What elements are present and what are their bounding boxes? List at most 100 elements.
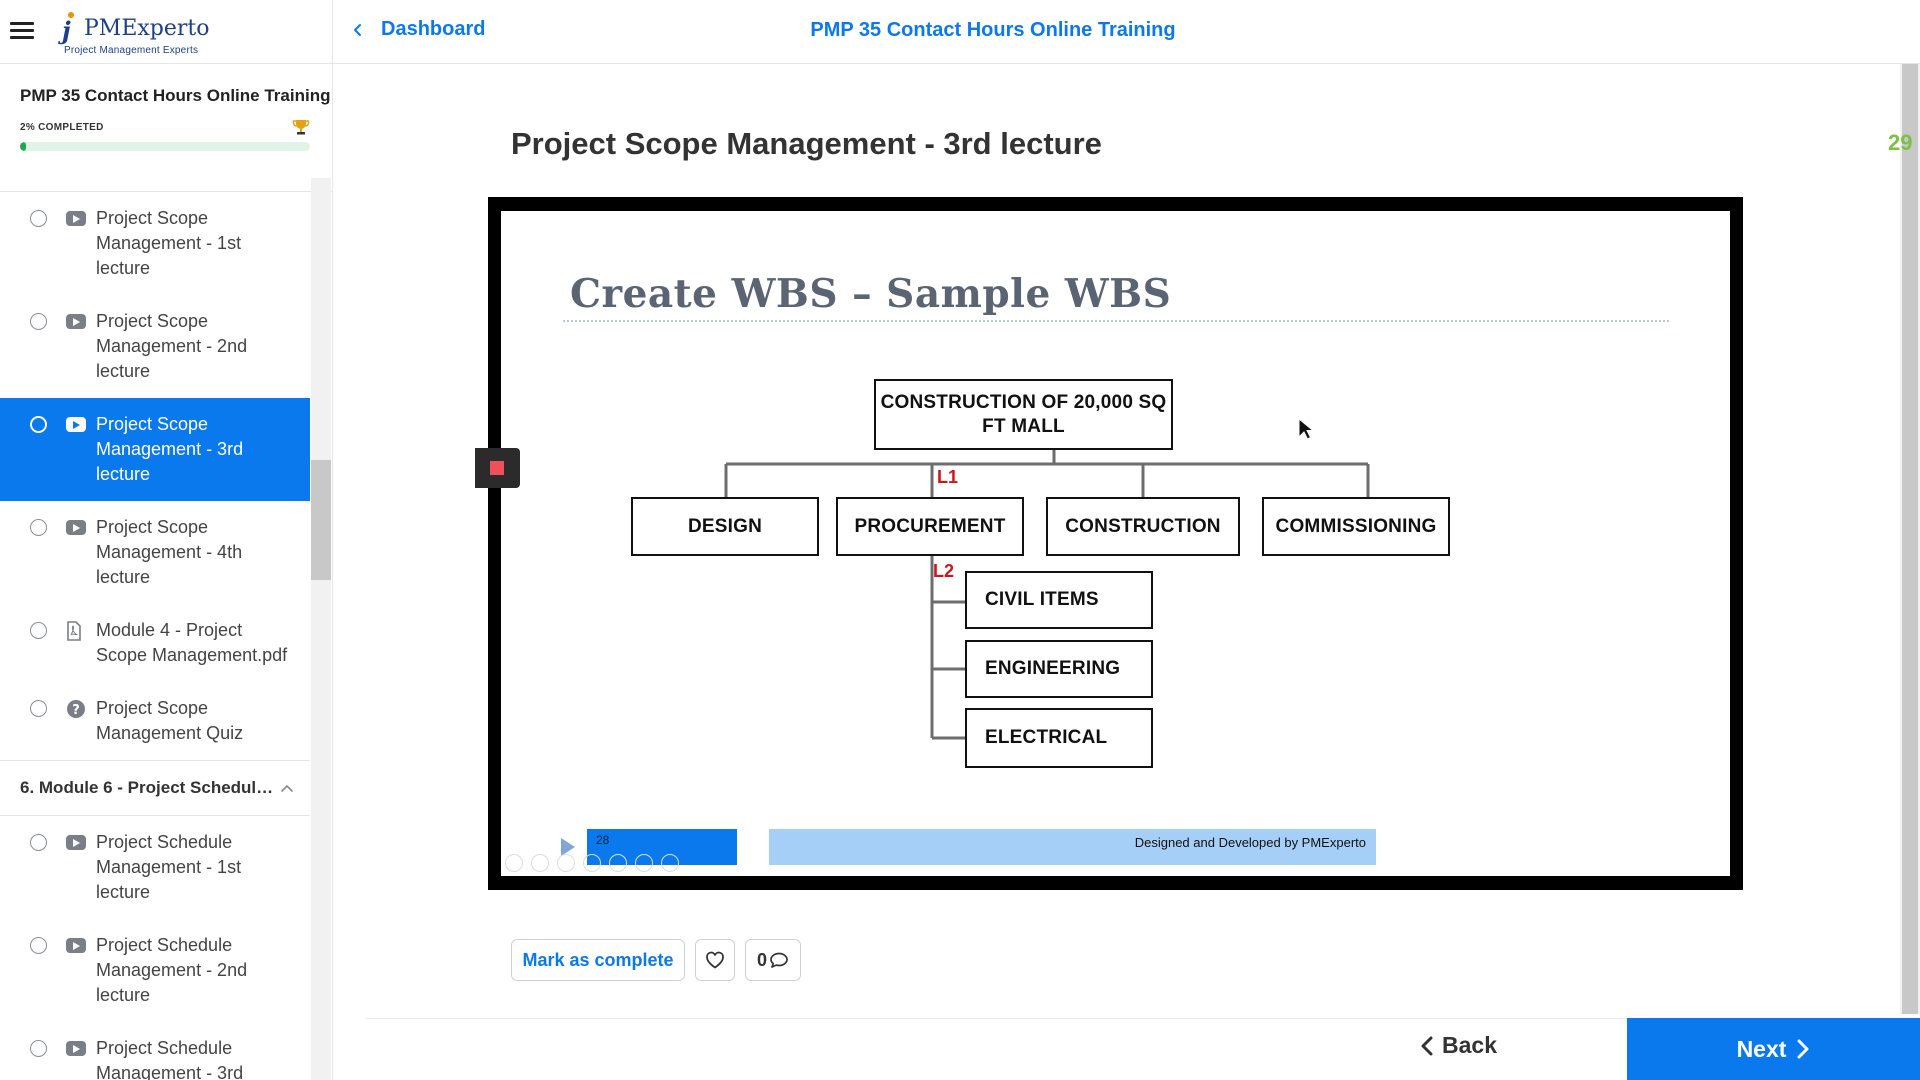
control-dot-icon[interactable] bbox=[583, 854, 601, 872]
like-button[interactable] bbox=[695, 939, 735, 981]
chevron-up-icon bbox=[281, 784, 293, 792]
video-icon bbox=[66, 1039, 86, 1059]
video-icon bbox=[66, 415, 86, 435]
course-header-title: PMP 35 Contact Hours Online Training bbox=[810, 19, 1176, 41]
lesson-label: Module 4 - Project Scope Management.pdf bbox=[96, 620, 288, 665]
course-sidebar: j PMExperto Project Management Experts P… bbox=[0, 0, 333, 1080]
next-button-label: Next bbox=[1736, 1035, 1787, 1062]
lesson-item-active[interactable]: Project Scope Management - 3rd lecture bbox=[0, 398, 310, 501]
credit-text: Designed and Developed by PMExperto bbox=[1134, 835, 1366, 850]
brand-tagline: Project Management Experts bbox=[64, 45, 199, 56]
sidebar-header: j PMExperto Project Management Experts bbox=[0, 0, 332, 64]
course-title: PMP 35 Contact Hours Online Training bbox=[20, 86, 331, 105]
progress-fill bbox=[20, 142, 26, 151]
control-dot-icon[interactable] bbox=[505, 854, 523, 872]
progress-label: 2% COMPLETED bbox=[20, 122, 104, 133]
svg-text:?: ? bbox=[72, 703, 80, 718]
chevron-left-icon bbox=[354, 23, 361, 36]
main-scrollbar-thumb[interactable] bbox=[1902, 64, 1918, 1014]
control-dot-icon[interactable] bbox=[557, 854, 575, 872]
wbs-node-engineering: ENGINEERING bbox=[965, 640, 1153, 698]
app-root: j PMExperto Project Management Experts P… bbox=[0, 0, 1920, 1080]
comment-count: 0 bbox=[756, 949, 767, 970]
dashboard-link[interactable]: Dashboard bbox=[351, 18, 485, 41]
pdf-icon bbox=[66, 621, 86, 641]
trophy-icon bbox=[292, 120, 310, 135]
lesson-item[interactable]: Project Schedule Management - 3rd lectur… bbox=[0, 1022, 310, 1080]
lesson-label: Project Scope Management - 1st lecture bbox=[96, 208, 242, 278]
video-icon bbox=[66, 312, 86, 332]
wbs-level2-tag: L2 bbox=[933, 561, 955, 581]
lesson-list: Project Scope Management - 1st lecture Pr… bbox=[0, 192, 310, 1080]
control-dot-icon[interactable] bbox=[635, 854, 653, 872]
lesson-status-radio[interactable] bbox=[30, 834, 47, 851]
lesson-status-radio[interactable] bbox=[30, 937, 47, 954]
lesson-status-radio[interactable] bbox=[30, 622, 47, 639]
presentation-slide: Create WBS – Sample WBS CONSTRUCTION OF … bbox=[501, 211, 1730, 876]
lesson-item[interactable]: Project Schedule Management - 2nd lectur… bbox=[0, 919, 310, 1022]
video-player[interactable]: Create WBS – Sample WBS CONSTRUCTION OF … bbox=[475, 197, 1743, 890]
lesson-item[interactable]: Project Scope Management - 4th lecture bbox=[0, 501, 310, 604]
lesson-status-radio[interactable] bbox=[30, 519, 47, 536]
lesson-item[interactable]: Project Scope Management - 2nd lecture bbox=[0, 295, 310, 398]
sidebar-scrollbar-thumb[interactable] bbox=[311, 460, 331, 580]
back-button-label: Back bbox=[1442, 1032, 1497, 1058]
lesson-status-radio[interactable] bbox=[30, 313, 47, 330]
lesson-status-radio[interactable] bbox=[30, 210, 47, 227]
control-dot-icon[interactable] bbox=[609, 854, 627, 872]
menu-icon[interactable] bbox=[10, 22, 34, 42]
lesson-label: Project Scope Management - 2nd lecture bbox=[96, 311, 248, 381]
progress-bar bbox=[20, 142, 310, 151]
wbs-node-commissioning: COMMISSIONING bbox=[1262, 497, 1450, 556]
back-button[interactable]: Back bbox=[1420, 1032, 1497, 1059]
lecture-title: Project Scope Management - 3rd lecture bbox=[511, 126, 1102, 161]
slide-control-bar: 28 Designed and Developed by PMExperto bbox=[501, 821, 1730, 876]
control-dot-icon[interactable] bbox=[661, 854, 679, 872]
control-dot-icon[interactable] bbox=[531, 854, 549, 872]
stop-button[interactable] bbox=[475, 448, 520, 488]
video-icon bbox=[66, 518, 86, 538]
lesson-item[interactable]: Project Schedule Management - 1st lectur… bbox=[0, 816, 310, 919]
lesson-label: Project Schedule Management - 1st lectur… bbox=[96, 832, 242, 902]
wbs-node-design: DESIGN bbox=[631, 497, 819, 556]
main-scrollbar[interactable] bbox=[1900, 64, 1920, 1014]
mouse-cursor-icon bbox=[1298, 418, 1314, 440]
lesson-status-radio[interactable] bbox=[30, 1040, 47, 1057]
wbs-level1-tag: L1 bbox=[937, 467, 959, 487]
chevron-right-icon bbox=[1797, 1039, 1809, 1059]
course-progress-block: PMP 35 Contact Hours Online Training 2% … bbox=[0, 64, 332, 192]
lesson-item[interactable]: ? Project Scope Management Quiz bbox=[0, 682, 310, 760]
lesson-label: Project Schedule Management - 2nd lectur… bbox=[96, 935, 248, 1005]
wbs-root-node: CONSTRUCTION OF 20,000 SQ FT MALL bbox=[874, 379, 1173, 450]
video-icon bbox=[66, 209, 86, 229]
lesson-item[interactable]: Project Scope Management - 1st lecture bbox=[0, 192, 310, 295]
top-bar: Dashboard PMP 35 Contact Hours Online Tr… bbox=[333, 0, 1920, 64]
heart-icon bbox=[706, 951, 724, 969]
page-counter: 29 bbox=[1888, 130, 1913, 155]
wbs-node-construction: CONSTRUCTION bbox=[1046, 497, 1240, 556]
comments-button[interactable]: 0 bbox=[745, 939, 801, 981]
lesson-label: Project Scope Management - 3rd lecture bbox=[96, 414, 244, 484]
module-section-header[interactable]: 6. Module 6 - Project Schedule Managemen… bbox=[0, 760, 310, 816]
next-button[interactable]: Next bbox=[1627, 1018, 1920, 1080]
lesson-item[interactable]: Module 4 - Project Scope Management.pdf bbox=[0, 604, 310, 682]
slide-number: 28 bbox=[596, 833, 610, 847]
wbs-node-procurement: PROCUREMENT bbox=[836, 497, 1024, 556]
sidebar-scrollbar[interactable] bbox=[311, 178, 331, 1080]
lesson-label: Project Scope Management - 4th lecture bbox=[96, 517, 243, 587]
module-title: 6. Module 6 - Project Schedule Managemen… bbox=[20, 778, 276, 797]
wbs-node-civil-items: CIVIL ITEMS bbox=[965, 571, 1153, 629]
video-icon bbox=[66, 833, 86, 853]
credit-bar: Designed and Developed by PMExperto bbox=[769, 829, 1376, 865]
mark-complete-button[interactable]: Mark as complete bbox=[511, 939, 685, 981]
wbs-node-electrical: ELECTRICAL bbox=[965, 708, 1153, 768]
lesson-status-radio[interactable] bbox=[30, 416, 47, 433]
comment-icon bbox=[770, 952, 788, 968]
lesson-label: Project Scope Management Quiz bbox=[96, 698, 244, 743]
lesson-status-radio[interactable] bbox=[30, 700, 47, 717]
dashboard-link-label: Dashboard bbox=[381, 18, 486, 40]
quiz-icon: ? bbox=[66, 699, 86, 719]
logo-mark-icon: j bbox=[62, 12, 74, 45]
brand-name: PMExperto bbox=[84, 16, 210, 41]
lesson-label: Project Schedule Management - 3rd lectur… bbox=[96, 1038, 244, 1080]
